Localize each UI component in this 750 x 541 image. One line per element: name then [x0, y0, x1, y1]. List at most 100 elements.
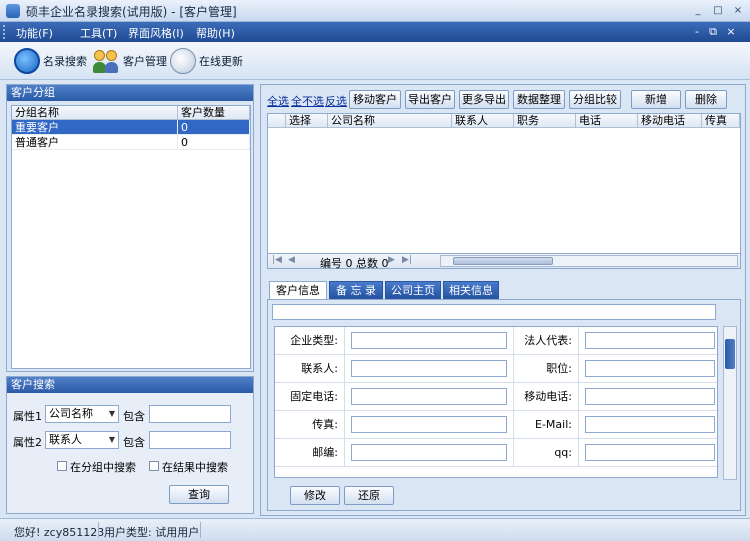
column-fax[interactable]: 传真 [702, 114, 740, 127]
tab-homepage[interactable]: 公司主页 [385, 281, 441, 299]
online-update-label: 在线更新 [199, 55, 243, 68]
select-all-link[interactable]: 全选 [267, 93, 289, 109]
invert-selection-link[interactable]: 反选 [325, 93, 347, 109]
field-label: 企业类型: [275, 327, 345, 355]
attr1-op-label: 包含 [123, 410, 145, 423]
column-group-name[interactable]: 分组名称 [12, 106, 178, 119]
restore-button[interactable]: 还原 [344, 486, 394, 505]
menu-function[interactable]: 功能(F) [16, 25, 53, 41]
search-icon [14, 48, 40, 74]
minimize-button[interactable]: _ [690, 3, 706, 18]
group-table: 分组名称 客户数量 重要客户 0 普通客户 0 [11, 105, 251, 369]
scrollbar-thumb[interactable] [725, 339, 735, 369]
column-title[interactable]: 职务 [514, 114, 576, 127]
field-label: 移动电话: [513, 383, 579, 411]
tab-related-info[interactable]: 相关信息 [443, 281, 499, 299]
attr2-select[interactable]: 联系人 ▼ [45, 431, 119, 449]
field-label: 联系人: [275, 355, 345, 383]
fax-input[interactable] [351, 416, 507, 433]
column-company[interactable]: 公司名称 [328, 114, 452, 127]
group-name: 普通客户 [12, 135, 178, 149]
tab-customer-info[interactable]: 客户信息 [269, 281, 327, 299]
attr2-input[interactable] [149, 431, 231, 449]
search-in-result-label: 在结果中搜索 [162, 461, 228, 474]
menu-style[interactable]: 界面风格(I) [128, 25, 184, 41]
menu-bar: 功能(F) 工具(T) 界面风格(I) 帮助(H) - ⧉ × [0, 22, 750, 42]
chevron-down-icon: ▼ [108, 409, 115, 418]
group-row-normal[interactable]: 普通客户 0 [12, 135, 250, 150]
select-none-link[interactable]: 全不选 [291, 93, 324, 109]
field-label: 职位: [513, 355, 579, 383]
close-button[interactable]: × [730, 3, 746, 18]
tab-memo[interactable]: 备 忘 录 [329, 281, 383, 299]
toolbar: 名录搜索 客户管理 在线更新 [0, 42, 750, 80]
group-row-important[interactable]: 重要客户 0 [12, 120, 250, 135]
detail-tabs: 客户信息 备 忘 录 公司主页 相关信息 [269, 281, 569, 300]
status-bar: 您好! zcy851123 用户类型: 试用用户 [0, 518, 750, 541]
customer-group-panel: 客户分组 分组名称 客户数量 重要客户 0 普通客户 0 [6, 84, 254, 372]
delete-button[interactable]: 删除 [685, 90, 727, 109]
customer-management-button[interactable]: 客户管理 [92, 46, 167, 76]
group-count: 0 [178, 135, 250, 149]
modify-button[interactable]: 修改 [290, 486, 340, 505]
data-organize-button[interactable]: 数据整理 [513, 90, 565, 109]
title-bar: 硕丰企业名录搜索(试用版) - [客户管理] _ □ × [0, 0, 750, 22]
menu-tools[interactable]: 工具(T) [80, 25, 117, 41]
contact-input[interactable] [351, 360, 507, 377]
qq-input[interactable] [585, 444, 715, 461]
search-in-result-checkbox[interactable] [149, 461, 159, 471]
mdi-restore-button[interactable]: ⧉ [706, 25, 720, 39]
nav-prev-icon[interactable]: ◀ [288, 255, 295, 265]
customer-detail-pane: 全选 全不选 反选 移动客户 导出客户 更多导出 数据整理 分组比较 新增 删除… [260, 84, 746, 516]
mdi-minimize-button[interactable]: - [690, 25, 704, 38]
status-divider [98, 522, 99, 538]
attr1-input[interactable] [149, 405, 231, 423]
column-mobile[interactable]: 移动电话 [638, 114, 702, 127]
group-count: 0 [178, 120, 250, 134]
nav-first-icon[interactable]: |◀ [272, 255, 282, 265]
chevron-down-icon: ▼ [108, 435, 115, 444]
group-compare-button[interactable]: 分组比较 [569, 90, 621, 109]
search-in-group-checkbox[interactable] [57, 461, 67, 471]
column-select[interactable]: 选择 [286, 114, 328, 127]
customer-search-panel: 客户搜索 属性1 公司名称 ▼ 包含 属性2 联系人 ▼ 包含 在分组中搜索 在… [6, 376, 254, 514]
customer-management-label: 客户管理 [123, 55, 167, 68]
form-row: 企业类型: 法人代表: [275, 327, 717, 355]
vertical-scrollbar[interactable] [723, 326, 737, 480]
legal-rep-input[interactable] [585, 332, 715, 349]
maximize-button[interactable]: □ [710, 3, 726, 18]
mobile-input[interactable] [585, 388, 715, 405]
landline-input[interactable] [351, 388, 507, 405]
query-button[interactable]: 查询 [169, 485, 229, 504]
zipcode-input[interactable] [351, 444, 507, 461]
position-input[interactable] [585, 360, 715, 377]
customer-search-header: 客户搜索 [7, 377, 253, 393]
customer-group-header: 客户分组 [7, 85, 253, 101]
field-label: 法人代表: [513, 327, 579, 355]
company-type-input[interactable] [351, 332, 507, 349]
more-export-button[interactable]: 更多导出 [459, 90, 509, 109]
attr2-label: 属性2 [13, 436, 42, 449]
add-button[interactable]: 新增 [631, 90, 681, 109]
form-row: 邮编: qq: [275, 439, 717, 467]
scrollbar-thumb[interactable] [453, 257, 553, 265]
column-phone[interactable]: 电话 [576, 114, 638, 127]
people-icon [92, 48, 120, 74]
column-customer-count[interactable]: 客户数量 [178, 106, 250, 119]
row-indicator [268, 114, 286, 127]
column-contact[interactable]: 联系人 [452, 114, 514, 127]
email-input[interactable] [585, 416, 715, 433]
horizontal-scrollbar[interactable] [440, 255, 738, 267]
info-top-field[interactable] [272, 304, 716, 320]
search-in-group-label: 在分组中搜索 [70, 461, 136, 474]
nav-next-icon[interactable]: ▶ [388, 255, 395, 265]
nav-last-icon[interactable]: ▶| [402, 255, 412, 265]
menu-help[interactable]: 帮助(H) [196, 25, 235, 41]
online-update-button[interactable]: 在线更新 [170, 46, 243, 76]
mdi-close-button[interactable]: × [724, 25, 738, 38]
directory-search-button[interactable]: 名录搜索 [14, 46, 87, 76]
group-name: 重要客户 [12, 120, 178, 134]
attr1-select[interactable]: 公司名称 ▼ [45, 405, 119, 423]
move-customer-button[interactable]: 移动客户 [349, 90, 401, 109]
export-customer-button[interactable]: 导出客户 [405, 90, 455, 109]
